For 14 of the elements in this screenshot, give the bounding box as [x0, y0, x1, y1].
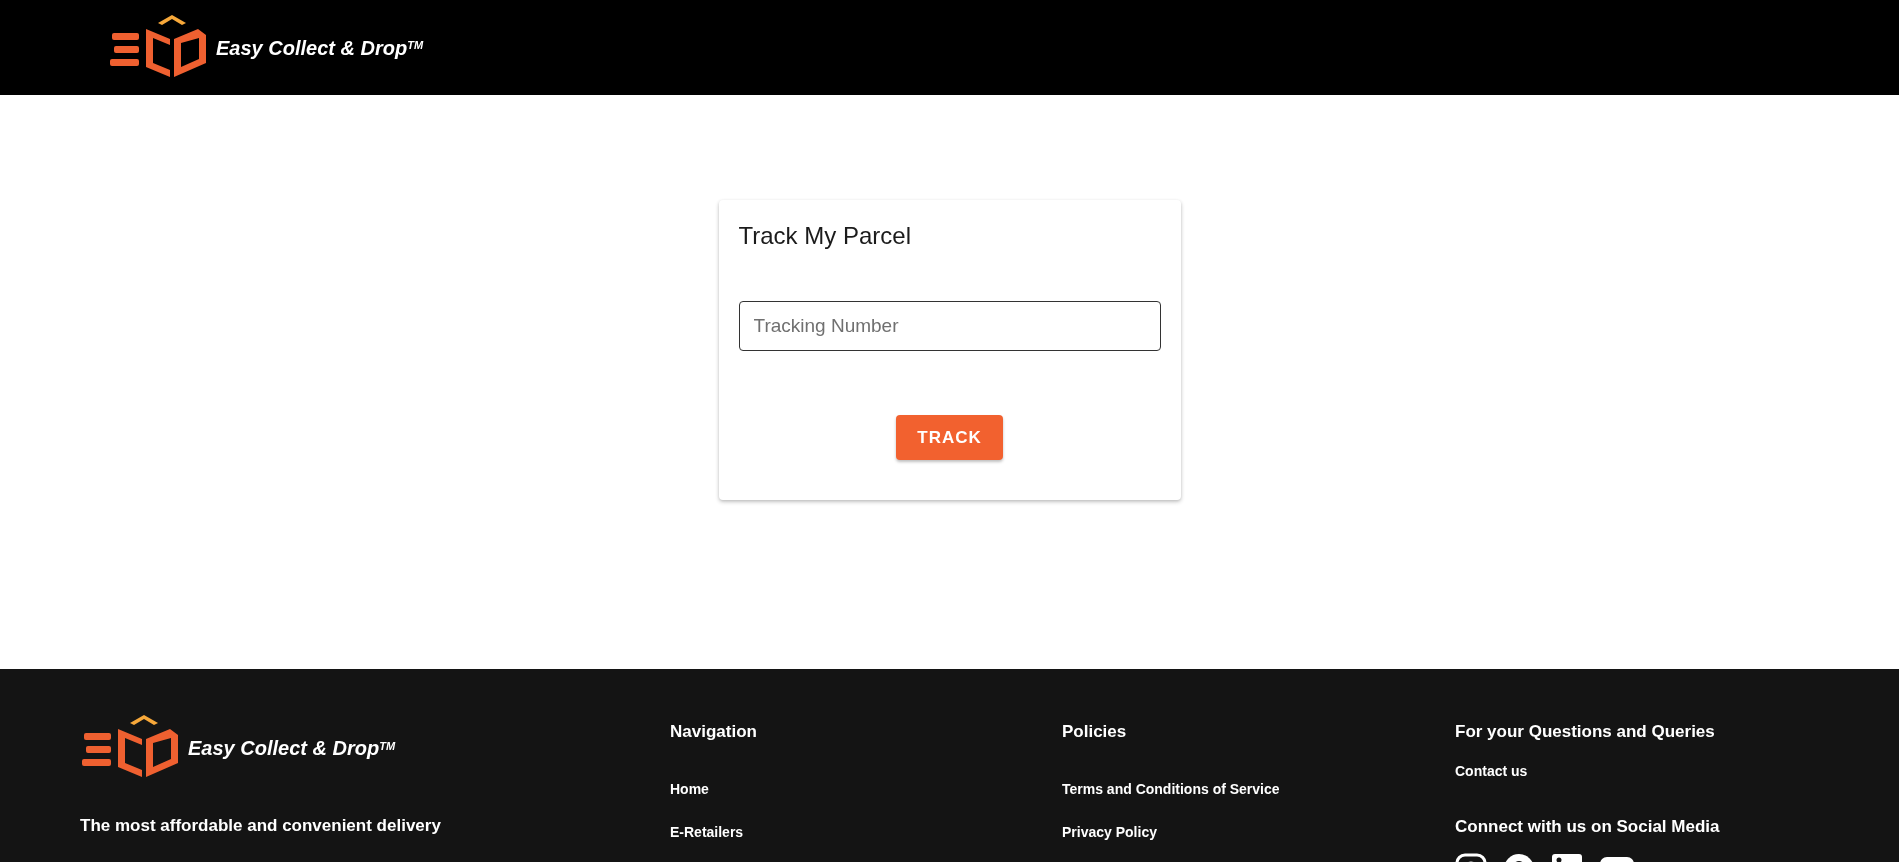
footer-heading: Policies: [1062, 721, 1127, 743]
tracking-number-field[interactable]: Tracking Number: [738, 300, 1161, 351]
footer-link[interactable]: Home: [670, 778, 709, 800]
card-title: Track My Parcel: [738, 222, 912, 251]
brand-name: Easy Collect & Drop$^{TM}$: [216, 35, 424, 61]
brand-name: Easy Collect & Drop$^{TM}$: [188, 736, 396, 761]
footer-heading: Navigation: [670, 721, 757, 743]
footer-link[interactable]: E-Retailers: [670, 821, 744, 843]
footer-heading: For your Questions and Queries: [1455, 721, 1715, 743]
footer-link[interactable]: Contact us: [1455, 760, 1528, 782]
footer-heading: Connect with us on Social Media: [1455, 815, 1720, 838]
footer-link[interactable]: Terms and Conditions of Service: [1062, 778, 1280, 800]
footer-link[interactable]: Privacy Policy: [1062, 821, 1157, 843]
tagline: The most affordable and convenient delivery: [80, 815, 442, 837]
